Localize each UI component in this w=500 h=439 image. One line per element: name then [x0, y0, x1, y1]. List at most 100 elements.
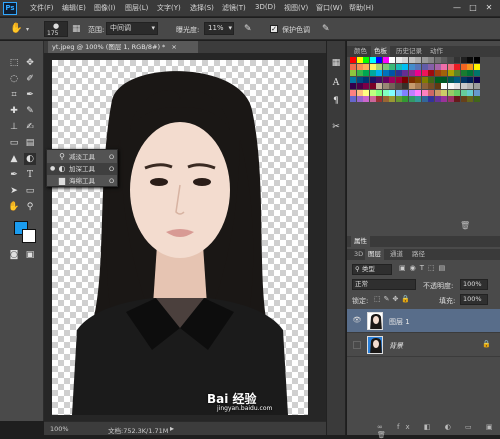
brush-preset-picker[interactable]: ● 175 [44, 21, 68, 37]
dodge-tool-icon: ⚲ [59, 152, 65, 161]
close-tab-icon[interactable]: × [171, 43, 176, 51]
menu-3d[interactable]: 3D(D) [255, 3, 276, 11]
menu-view[interactable]: 视图(V) [284, 3, 308, 13]
layer-row-active[interactable]: 👁 图层 1 [347, 309, 500, 333]
status-bar: 100% 文档:752.3K/1.71M ▸ [44, 421, 326, 435]
pen-tool-icon[interactable]: ✒ [8, 169, 20, 181]
layer-thumbnail [367, 312, 383, 330]
brush-panel-icon[interactable]: ▦ [72, 24, 81, 34]
gradient-tool-icon[interactable]: ▤ [24, 137, 36, 149]
tab-history[interactable]: 历史记录 [393, 46, 425, 57]
move-tool-icon[interactable]: ✥ [24, 57, 36, 69]
document-tab[interactable]: yt.jpeg @ 100% (图层 1, RGB/8#) * × [48, 41, 198, 53]
chevron-down-icon: ▾ [228, 24, 232, 32]
layers-tab-row: 3D 图层 通道 路径 [347, 249, 500, 260]
flyout-item-label: 减淡工具 [69, 153, 95, 161]
history-panel-icon[interactable]: ▦ [330, 57, 342, 69]
flyout-item-burn[interactable]: ● ◐ 加深工具 O [47, 163, 117, 175]
sponge-tool-icon: ▆ [58, 176, 66, 185]
menu-edit[interactable]: 编辑(E) [62, 3, 86, 13]
eyedropper-tool-icon[interactable]: ✒ [24, 89, 36, 101]
eye-icon[interactable]: 👁 [352, 316, 362, 326]
chevron-down-icon[interactable]: ▾ [26, 26, 29, 33]
screen-mode-icon[interactable]: ▣ [24, 249, 36, 261]
swatches-tab-row: 颜色 色板 历史记录 动作 [347, 46, 500, 57]
brush-dot-icon: ● [53, 22, 60, 30]
maximize-button[interactable]: □ [466, 2, 480, 14]
burn-tool-preset-icon[interactable]: ✋ [10, 23, 22, 34]
baidu-watermark: Bai 经验 jingyan.baidu.com [207, 390, 307, 414]
exposure-input[interactable]: 11% ▾ [204, 22, 234, 35]
tab-channels[interactable]: 通道 [387, 249, 406, 260]
hand-tool-icon[interactable]: ✋ [8, 201, 20, 213]
fill-input[interactable]: 100% [460, 294, 488, 305]
healing-brush-tool-icon[interactable]: ✚ [8, 105, 20, 117]
lock-options-icons[interactable]: ⬚✎✥🔒 [374, 295, 413, 303]
menu-file[interactable]: 文件(F) [30, 3, 54, 13]
status-menu-arrow-icon[interactable]: ▸ [170, 424, 174, 433]
minimize-button[interactable]: — [450, 2, 464, 14]
range-select[interactable]: 中间调 ▾ [106, 22, 158, 35]
tools-preset-icon[interactable]: ✂ [330, 121, 342, 133]
flyout-item-label: 海绵工具 [69, 177, 95, 185]
zoom-tool-icon[interactable]: ⚲ [24, 201, 36, 213]
burn-tool-icon[interactable]: ◐ [24, 153, 36, 165]
marquee-tool-icon[interactable]: ⬚ [8, 57, 20, 69]
blend-mode-value: 正常 [355, 280, 368, 288]
background-color[interactable] [22, 229, 36, 243]
crop-tool-icon[interactable]: ⌗ [8, 89, 20, 101]
brush-tool-icon[interactable]: ✎ [24, 105, 36, 117]
tab-3d[interactable]: 3D [351, 249, 366, 260]
blur-tool-icon[interactable]: ▲ [8, 153, 20, 165]
pressure-size-icon[interactable]: ✎ [322, 24, 330, 34]
airbrush-icon[interactable]: ✎ [244, 24, 252, 34]
flyout-item-sponge[interactable]: ▆ 海绵工具 O [47, 175, 117, 187]
zoom-level[interactable]: 100% [50, 425, 69, 433]
layer-filter-select[interactable]: ⚲ 类型 [352, 264, 392, 275]
menu-image[interactable]: 图像(I) [94, 3, 116, 13]
menu-type[interactable]: 文字(Y) [157, 3, 181, 13]
document-canvas[interactable]: Bai 经验 jingyan.baidu.com [52, 60, 308, 415]
flyout-item-dodge[interactable]: ⚲ 减淡工具 O [47, 151, 117, 163]
clone-stamp-tool-icon[interactable]: ⊥ [8, 121, 20, 133]
layer-row-background[interactable]: 背景 🔒 [347, 333, 500, 357]
history-brush-tool-icon[interactable]: ✍ [24, 121, 36, 133]
close-window-button[interactable]: ✕ [482, 2, 496, 14]
swatch-grid[interactable] [350, 57, 480, 110]
blend-mode-select[interactable]: 正常 [352, 279, 416, 290]
layer-footer-icons[interactable]: ∞ fx ◧ ◐ ▭ ▣ 🗑 [377, 423, 500, 439]
exposure-label: 曝光度: [176, 26, 200, 34]
paragraph-panel-icon[interactable]: ¶ [330, 95, 342, 107]
shape-tool-icon[interactable]: ▭ [24, 185, 36, 197]
quick-mask-icon[interactable]: ◙ [8, 249, 20, 261]
opacity-input[interactable]: 100% [460, 279, 488, 290]
menu-help[interactable]: 帮助(H) [349, 3, 374, 13]
properties-tab-row: 属性 [347, 236, 500, 247]
menu-filter[interactable]: 滤镜(T) [222, 3, 246, 13]
toolbox: ⬚ ✥ ◌ ✐ ⌗ ✒ ✚ ✎ ⊥ ✍ ▭ ▤ ▲ ◐ ✒ T ➤ ▭ ✋ ⚲ … [0, 41, 44, 421]
visibility-toggle[interactable] [353, 341, 361, 349]
tab-properties[interactable]: 属性 [351, 236, 370, 247]
tab-layers[interactable]: 图层 [365, 249, 384, 260]
tab-color[interactable]: 颜色 [351, 46, 370, 57]
layer-name: 背景 [389, 342, 403, 350]
document-size: 文档:752.3K/1.71M [108, 427, 169, 435]
opacity-label: 不透明度: [423, 282, 454, 290]
lasso-tool-icon[interactable]: ◌ [8, 73, 20, 85]
protect-tones-checkbox[interactable]: ✓ [270, 25, 278, 33]
document-tab-title: yt.jpeg @ 100% (图层 1, RGB/8#) * [52, 43, 166, 51]
menu-select[interactable]: 选择(S) [190, 3, 214, 13]
path-select-tool-icon[interactable]: ➤ [8, 185, 20, 197]
character-panel-icon[interactable]: A [330, 77, 342, 89]
layer-filter-icons[interactable]: ▣◉T⬚▤ [399, 264, 449, 272]
tab-paths[interactable]: 路径 [409, 249, 428, 260]
panel-dock-icons: ▦ A ¶ ✂ [326, 41, 346, 435]
type-tool-icon[interactable]: T [24, 169, 36, 181]
menu-layer[interactable]: 图层(L) [125, 3, 148, 13]
tab-actions[interactable]: 动作 [427, 46, 446, 57]
quick-select-tool-icon[interactable]: ✐ [24, 73, 36, 85]
trash-icon[interactable]: 🗑 [460, 221, 470, 230]
tab-swatches[interactable]: 色板 [371, 46, 390, 57]
eraser-tool-icon[interactable]: ▭ [8, 137, 20, 149]
menu-window[interactable]: 窗口(W) [316, 3, 342, 13]
